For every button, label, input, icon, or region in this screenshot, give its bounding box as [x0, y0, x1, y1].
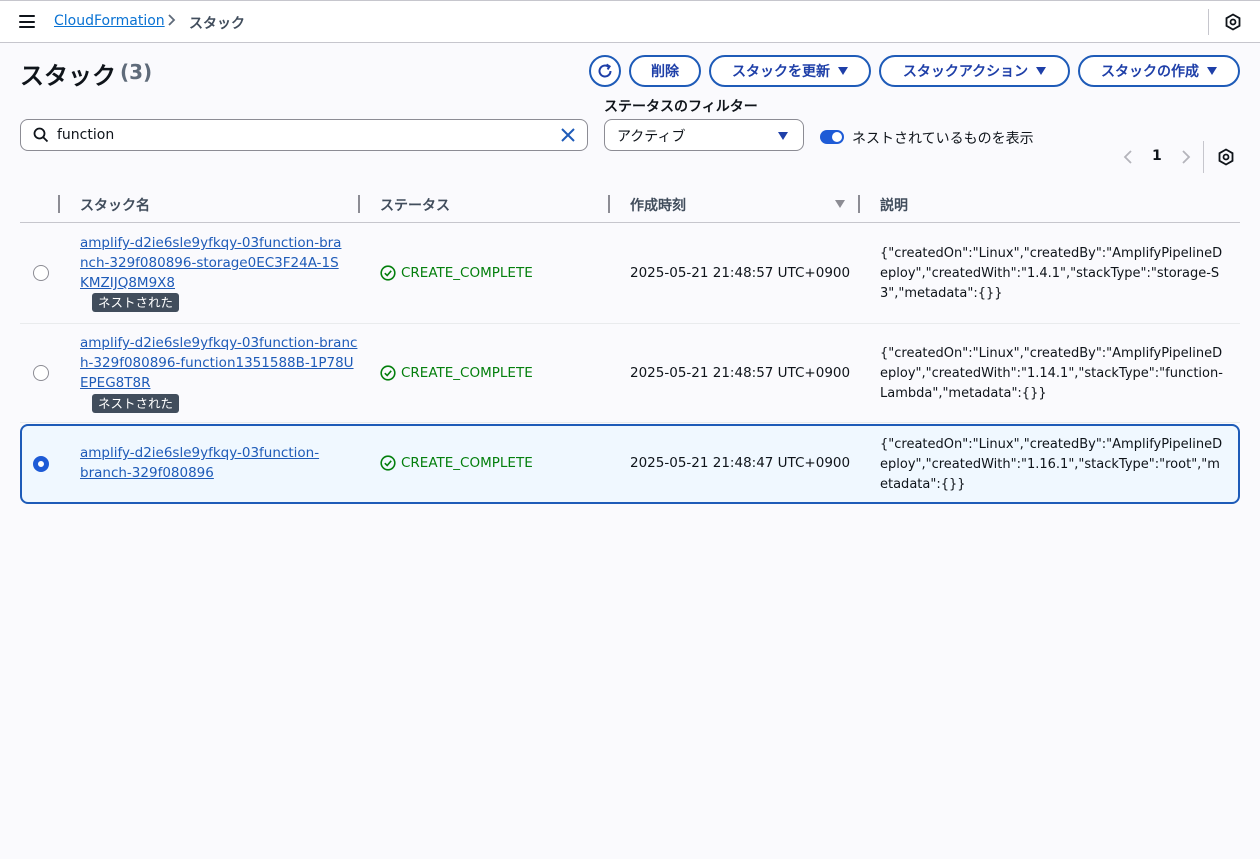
- stack-name-link[interactable]: amplify-d2ie6sle9yfkqy-03function-branch…: [80, 233, 345, 293]
- stack-actions-button[interactable]: スタックアクション: [879, 55, 1070, 87]
- menu-icon[interactable]: [19, 15, 35, 28]
- chevron-right-icon: [167, 12, 177, 32]
- row-select-radio[interactable]: [33, 456, 49, 472]
- caret-down-icon: [1207, 67, 1217, 75]
- nested-badge: ネストされた: [92, 293, 180, 312]
- page-title: スタック: [20, 62, 116, 90]
- chevron-right-icon[interactable]: [1178, 149, 1192, 165]
- search-field[interactable]: [20, 119, 588, 151]
- table-row[interactable]: amplify-d2ie6sle9yfkqy-03function-branch…: [20, 324, 1240, 423]
- divider: [1203, 141, 1204, 173]
- description-text: {"createdOn":"Linux","createdBy":"Amplif…: [880, 437, 1223, 492]
- column-divider[interactable]: [608, 195, 610, 213]
- status-filter-label: ステータスのフィルター: [604, 99, 758, 115]
- stack-name-link[interactable]: amplify-d2ie6sle9yfkqy-03function-branch…: [80, 333, 360, 393]
- table-header: スタック名 ステータス 作成時刻 説明: [20, 190, 1240, 223]
- settings-hexagon-icon[interactable]: [1224, 13, 1242, 31]
- table-row[interactable]: amplify-d2ie6sle9yfkqy-03function-branch…: [20, 223, 1240, 324]
- row-select-radio[interactable]: [33, 365, 49, 381]
- caret-down-icon: [778, 132, 788, 140]
- stack-name-link[interactable]: amplify-d2ie6sle9yfkqy-03function-branch…: [80, 443, 320, 483]
- column-divider[interactable]: [358, 195, 360, 213]
- table-row-selected[interactable]: amplify-d2ie6sle9yfkqy-03function-branch…: [20, 424, 1240, 504]
- status-filter-value: アクティブ: [617, 129, 686, 145]
- settings-icon[interactable]: [1217, 148, 1235, 166]
- delete-label: 削除: [651, 63, 679, 79]
- status-cell: CREATE_COMPLETE: [380, 265, 533, 281]
- row-select-radio[interactable]: [33, 265, 49, 281]
- check-circle-icon: [380, 265, 396, 281]
- search-input[interactable]: [57, 125, 547, 145]
- create-stack-button[interactable]: スタックの作成: [1078, 55, 1240, 87]
- show-nested-label: ネストされているものを表示: [852, 131, 1034, 147]
- status-text: CREATE_COMPLETE: [401, 265, 533, 281]
- column-divider[interactable]: [858, 195, 860, 213]
- search-icon: [33, 127, 49, 143]
- toggle-knob: [832, 132, 842, 142]
- stack-actions-label: スタックアクション: [902, 63, 1029, 79]
- close-icon[interactable]: [560, 127, 576, 143]
- page-number[interactable]: 1: [1152, 148, 1162, 164]
- caret-down-icon: [838, 67, 848, 75]
- chevron-left-icon[interactable]: [1122, 149, 1136, 165]
- show-nested-toggle[interactable]: [820, 130, 844, 144]
- sort-descending-icon[interactable]: [835, 200, 845, 208]
- update-stack-label: スタックを更新: [732, 63, 830, 79]
- column-header-stack-name: スタック名: [80, 198, 150, 214]
- status-filter-select[interactable]: アクティブ: [604, 119, 804, 151]
- description-text: {"createdOn":"Linux","createdBy":"Amplif…: [880, 246, 1223, 301]
- check-circle-icon: [380, 455, 396, 471]
- column-header-status: ステータス: [380, 198, 450, 214]
- update-stack-button[interactable]: スタックを更新: [709, 55, 871, 87]
- status-text: CREATE_COMPLETE: [401, 455, 533, 471]
- create-stack-label: スタックの作成: [1101, 63, 1199, 79]
- status-text: CREATE_COMPLETE: [401, 365, 533, 381]
- top-navigation-bar: CloudFormation スタック: [0, 0, 1260, 43]
- stack-count: (3): [120, 60, 153, 84]
- status-cell: CREATE_COMPLETE: [380, 455, 533, 471]
- created-time: 2025-05-21 21:48:57 UTC+0900: [630, 265, 851, 281]
- refresh-button[interactable]: [589, 55, 621, 87]
- created-time: 2025-05-21 21:48:57 UTC+0900: [630, 365, 851, 381]
- column-divider: [58, 195, 60, 213]
- caret-down-icon: [1036, 67, 1047, 75]
- created-time: 2025-05-21 21:48:47 UTC+0900: [630, 455, 851, 471]
- divider: [1208, 9, 1209, 35]
- nested-badge: ネストされた: [92, 394, 180, 413]
- column-header-description: 説明: [880, 198, 908, 214]
- breadcrumb-current: スタック: [189, 16, 245, 32]
- breadcrumb-cloudformation[interactable]: CloudFormation: [54, 13, 165, 29]
- status-cell: CREATE_COMPLETE: [380, 365, 533, 381]
- check-circle-icon: [380, 365, 396, 381]
- description-text: {"createdOn":"Linux","createdBy":"Amplif…: [880, 346, 1223, 401]
- column-header-created-time[interactable]: 作成時刻: [630, 195, 686, 215]
- delete-button[interactable]: 削除: [629, 55, 701, 87]
- refresh-icon: [598, 63, 612, 78]
